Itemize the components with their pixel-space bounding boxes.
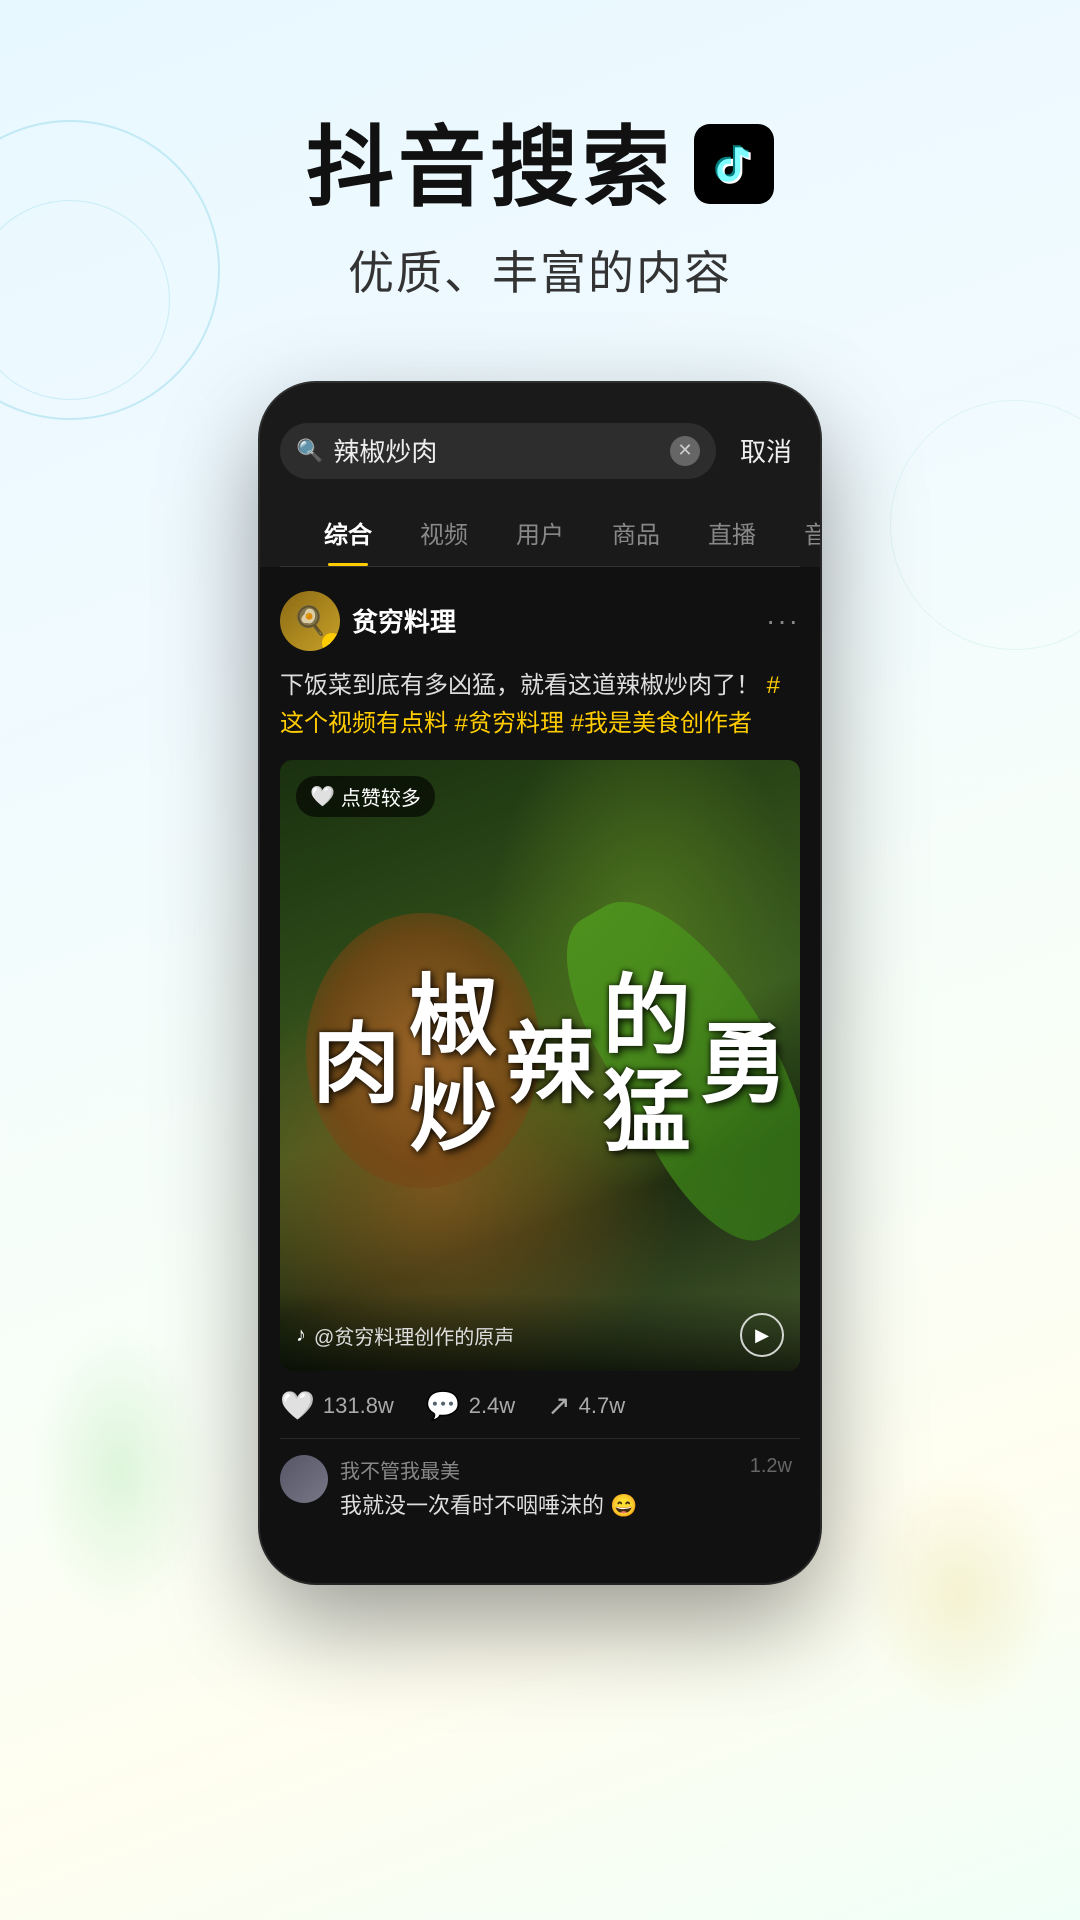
likes-button[interactable]: 🤍 131.8w bbox=[280, 1389, 394, 1422]
tab-直播[interactable]: 直播 bbox=[684, 499, 780, 566]
search-input-wrapper[interactable]: 🔍 辣椒炒肉 ✕ bbox=[280, 423, 716, 479]
post-user-info: 🍳 ✓ 贫穷料理 bbox=[280, 591, 456, 651]
phone-mockup: 🔍 辣椒炒肉 ✕ 取消 综合 视频 bbox=[260, 383, 820, 1583]
tab-视频[interactable]: 视频 bbox=[396, 499, 492, 566]
content-area: 🍳 ✓ 贫穷料理 ··· 下饭菜到底有多凶猛，就看这道辣椒炒肉了！ #这个视频有… bbox=[260, 567, 820, 1557]
comments-section: 我不管我最美 我就没一次看时不咽唾沫的 😄 1.2w bbox=[280, 1439, 800, 1520]
interaction-bar: 🤍 131.8w 💬 2.4w ↗ 4.7w bbox=[280, 1371, 800, 1439]
post-description: 下饭菜到底有多凶猛，就看这道辣椒炒肉了！ #这个视频有点料 #贫穷料理 #我是美… bbox=[280, 667, 800, 744]
hashtag-2[interactable]: #贫穷料理 bbox=[455, 710, 564, 737]
comments-count: 2.4w bbox=[469, 1393, 515, 1419]
comment-icon: 💬 bbox=[426, 1389, 461, 1422]
shares-count: 4.7w bbox=[579, 1393, 625, 1419]
likes-count: 131.8w bbox=[323, 1393, 394, 1419]
video-text-overlay: 勇的猛辣椒炒肉 bbox=[280, 760, 800, 1372]
comment-content: 我不管我最美 我就没一次看时不咽唾沫的 😄 bbox=[340, 1455, 738, 1520]
phone-container: 🔍 辣椒炒肉 ✕ 取消 综合 视频 bbox=[0, 363, 1080, 1583]
more-options-button[interactable]: ··· bbox=[766, 605, 800, 637]
comment-count: 1.2w bbox=[750, 1455, 800, 1478]
title-text: 抖音搜索 bbox=[306, 120, 674, 217]
comments-button[interactable]: 💬 2.4w bbox=[426, 1389, 515, 1422]
post-main-text: 下饭菜到底有多凶猛，就看这道辣椒炒肉了！ bbox=[280, 672, 760, 699]
search-clear-button[interactable]: ✕ bbox=[670, 436, 700, 466]
share-icon: ↗ bbox=[547, 1389, 570, 1422]
comment-row: 我不管我最美 我就没一次看时不咽唾沫的 😄 1.2w bbox=[280, 1455, 800, 1520]
hashtag-3[interactable]: #我是美食创作者 bbox=[571, 710, 752, 737]
heart-icon: 🤍 bbox=[280, 1389, 315, 1422]
close-icon: ✕ bbox=[677, 440, 692, 461]
shares-button[interactable]: ↗ 4.7w bbox=[547, 1389, 625, 1422]
sound-text: @贫穷料理创作的原声 bbox=[314, 1321, 514, 1350]
play-button[interactable]: ▶ bbox=[740, 1313, 784, 1357]
tab-用户[interactable]: 用户 bbox=[492, 499, 588, 566]
username[interactable]: 贫穷料理 bbox=[352, 602, 456, 639]
search-bar-row: 🔍 辣椒炒肉 ✕ 取消 bbox=[280, 423, 800, 479]
phone-inner: 🔍 辣椒炒肉 ✕ 取消 综合 视频 bbox=[260, 383, 820, 1583]
main-title: 抖音搜索 bbox=[0, 120, 1080, 217]
sound-info: ♪ @贫穷料理创作的原声 bbox=[296, 1321, 514, 1350]
video-thumbnail[interactable]: 🤍 点赞较多 勇的猛辣椒炒肉 ♪ @贫穷料理创作的原声 bbox=[280, 760, 800, 1372]
commenter-name: 我不管我最美 bbox=[340, 1455, 738, 1484]
video-calligraphy-text: 勇的猛辣椒炒肉 bbox=[298, 969, 782, 1161]
tab-音[interactable]: 音 bbox=[780, 499, 820, 566]
tiktok-mini-icon: ♪ bbox=[296, 1324, 306, 1347]
post-header: 🍳 ✓ 贫穷料理 ··· bbox=[280, 591, 800, 651]
comment-text: 我就没一次看时不咽唾沫的 😄 bbox=[340, 1488, 738, 1520]
subtitle: 优质、丰富的内容 bbox=[0, 237, 1080, 303]
commenter-avatar bbox=[280, 1455, 328, 1503]
search-bar-area: 🔍 辣椒炒肉 ✕ 取消 综合 视频 bbox=[260, 383, 820, 567]
tab-商品[interactable]: 商品 bbox=[588, 499, 684, 566]
tabs-row: 综合 视频 用户 商品 直播 音 bbox=[280, 499, 800, 567]
header-section: 抖音搜索 优质、丰富的内容 bbox=[0, 0, 1080, 363]
post-card: 🍳 ✓ 贫穷料理 ··· 下饭菜到底有多凶猛，就看这道辣椒炒肉了！ #这个视频有… bbox=[280, 591, 800, 1521]
search-icon: 🔍 bbox=[296, 438, 323, 464]
tab-综合[interactable]: 综合 bbox=[300, 499, 396, 566]
tiktok-logo-icon bbox=[694, 124, 774, 204]
verified-badge: ✓ bbox=[322, 633, 340, 651]
search-query-text: 辣椒炒肉 bbox=[333, 432, 660, 469]
cancel-button[interactable]: 取消 bbox=[732, 432, 800, 469]
video-bottom-bar: ♪ @贫穷料理创作的原声 ▶ bbox=[280, 1293, 800, 1371]
avatar: 🍳 ✓ bbox=[280, 591, 340, 651]
